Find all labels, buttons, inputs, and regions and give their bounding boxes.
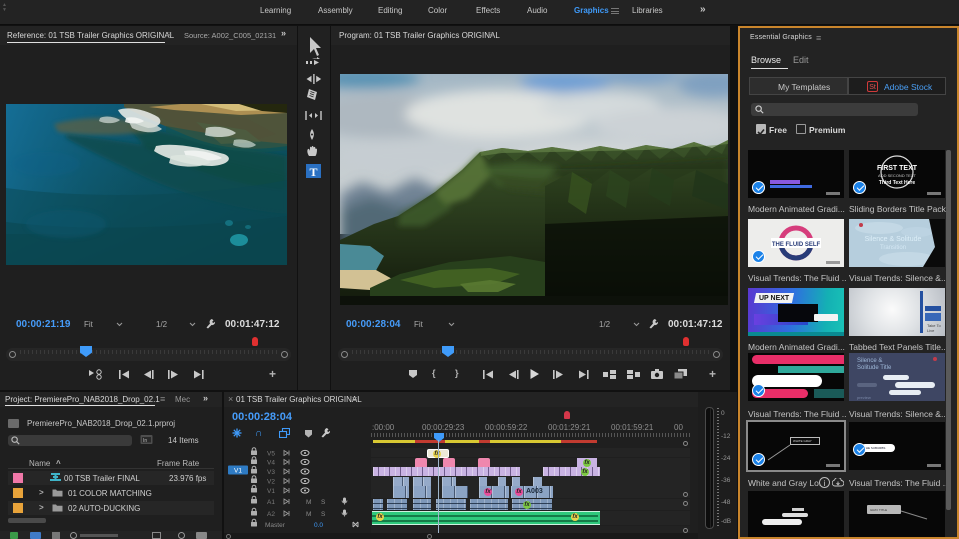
svg-text:V1: V1: [267, 488, 275, 495]
svg-text:A2: A2: [267, 511, 275, 518]
svg-text:Transition: Transition: [880, 245, 906, 251]
svg-text:V4: V4: [267, 460, 275, 467]
svg-text:In: In: [143, 438, 147, 444]
svg-text:0.0: 0.0: [314, 522, 323, 529]
svg-text:M: M: [306, 499, 311, 506]
svg-text:FIRST TEXT: FIRST TEXT: [877, 165, 918, 172]
svg-text:V2: V2: [267, 479, 275, 486]
svg-text:V3: V3: [267, 469, 275, 476]
svg-text:T: T: [309, 165, 317, 179]
svg-text:S: S: [321, 499, 326, 506]
svg-text:Silence & Solitude: Silence & Solitude: [865, 236, 922, 243]
svg-text:Third Text Here: Third Text Here: [879, 180, 916, 186]
svg-text:V1: V1: [234, 468, 242, 475]
svg-text:ADD SECOND TEXT: ADD SECOND TEXT: [878, 173, 916, 178]
svg-text:A1: A1: [267, 499, 275, 506]
svg-text:Master: Master: [265, 522, 286, 529]
svg-text:S: S: [321, 511, 326, 518]
svg-text:M: M: [306, 511, 311, 518]
svg-text:THE FLUID SELF: THE FLUID SELF: [772, 242, 821, 248]
svg-text:V5: V5: [267, 451, 275, 458]
